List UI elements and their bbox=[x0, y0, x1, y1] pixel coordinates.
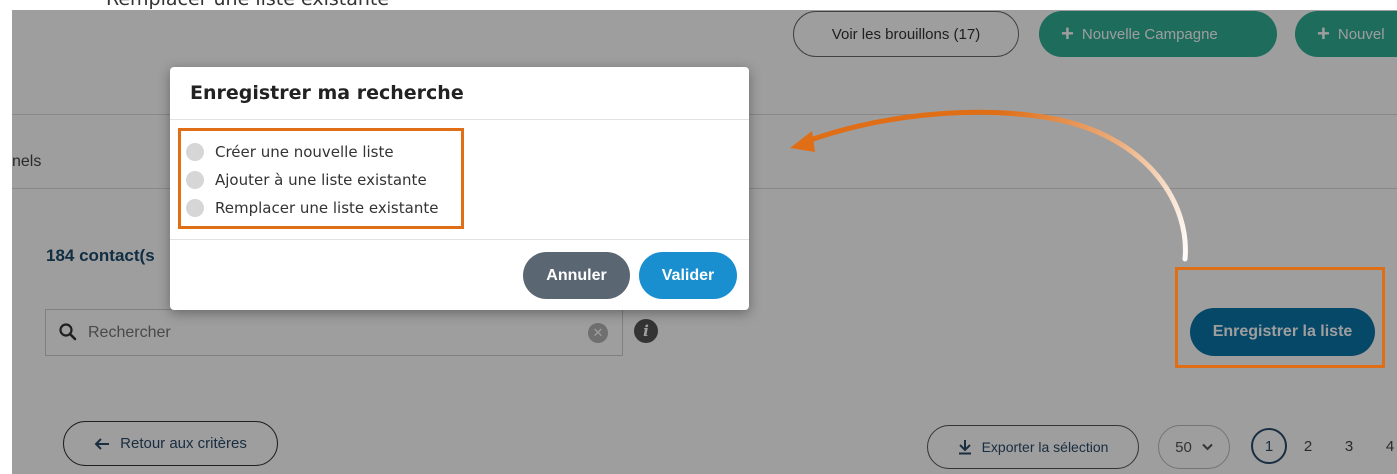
modal-header-divider bbox=[170, 119, 749, 120]
left-edge bbox=[0, 10, 12, 474]
save-button-highlight bbox=[1175, 267, 1385, 368]
validate-button[interactable]: Valider bbox=[639, 252, 737, 299]
cancel-label: Annuler bbox=[546, 266, 607, 284]
options-highlight bbox=[178, 128, 464, 229]
validate-label: Valider bbox=[661, 266, 715, 284]
caption-strip: Remplacer une liste existante bbox=[0, 0, 1397, 10]
caption-text: Remplacer une liste existante bbox=[106, 0, 389, 10]
modal-footer-divider bbox=[170, 239, 749, 240]
cancel-button[interactable]: Annuler bbox=[523, 252, 630, 299]
modal-title: Enregistrer ma recherche bbox=[190, 82, 464, 104]
